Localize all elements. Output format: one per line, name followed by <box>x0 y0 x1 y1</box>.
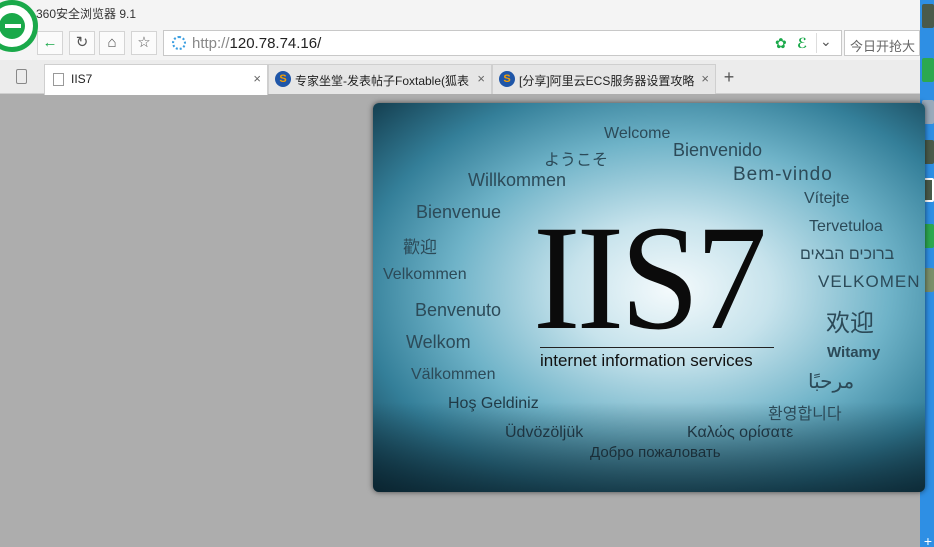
tab-label: [分享]阿里云ECS服务器设置攻略 <box>519 74 694 88</box>
security-extension-icon[interactable]: ✿ <box>775 35 787 52</box>
welcome-word: Добро пожаловать <box>590 444 721 461</box>
welcome-word: مرحبًا <box>808 371 855 393</box>
tab-close-button[interactable]: × <box>477 71 485 86</box>
tab-iis7[interactable]: IIS7 × <box>44 64 268 95</box>
welcome-word: Witamy <box>827 344 881 361</box>
address-divider <box>816 33 817 53</box>
title-bar: 360安全浏览器 9.1 <box>0 0 920 52</box>
welcome-word: Welcome <box>604 125 671 142</box>
page-icon <box>53 73 64 86</box>
welcome-word: Välkommen <box>411 366 496 383</box>
favorite-button[interactable]: ☆ <box>131 31 157 55</box>
navigation-toolbar: ← ↻ ⌂ ☆ http://120.78.74.16/ ✿ ℰ ⌄ 今日开抢大 <box>0 28 920 60</box>
tab-close-button[interactable]: × <box>253 71 261 86</box>
welcome-word: Bem-vindo <box>733 164 833 185</box>
tab-aliyun-ecs[interactable]: S [分享]阿里云ECS服务器设置攻略 × <box>492 64 716 94</box>
iis7-welcome-banner: IIS7 internet information services Welco… <box>373 103 925 492</box>
welcome-word: Bienvenue <box>416 202 502 222</box>
iis-subtitle: internet information services <box>540 351 753 370</box>
tab-bar: IIS7 × S 专家坐堂-发表帖子Foxtable(狐表 × S [分享]阿里… <box>0 60 920 95</box>
subtitle-rule <box>540 347 774 348</box>
refresh-button[interactable]: ↻ <box>69 31 95 55</box>
welcome-word: 환영합니다 <box>768 406 842 423</box>
address-dropdown-icon[interactable]: ⌄ <box>820 33 832 50</box>
sidebar-thumbnail[interactable] <box>922 58 934 82</box>
mobile-device-icon[interactable] <box>16 69 27 84</box>
tab-label: 专家坐堂-发表帖子Foxtable(狐表 <box>295 74 470 88</box>
url-scheme: http:// <box>192 35 230 52</box>
welcome-word: 欢迎 <box>826 310 874 337</box>
welcome-word: ようこそ <box>544 152 609 169</box>
foxtable-icon: S <box>275 71 291 87</box>
welcome-word: ברוכים הבאים <box>800 246 895 263</box>
new-tab-button[interactable]: + <box>719 68 739 88</box>
foxtable-icon: S <box>499 71 515 87</box>
home-button[interactable]: ⌂ <box>99 31 125 55</box>
welcome-word: Καλώς ορίσατε <box>687 424 794 441</box>
search-box[interactable]: 今日开抢大 <box>844 30 920 56</box>
welcome-word: VELKOMEN <box>818 272 921 291</box>
address-bar[interactable]: http://120.78.74.16/ ✿ ℰ ⌄ <box>163 30 842 56</box>
sidebar-thumbnail[interactable] <box>922 4 934 28</box>
iis7-logo: IIS7 <box>533 195 767 361</box>
welcome-word: Tervetuloa <box>809 218 883 235</box>
site-loading-icon <box>172 36 186 50</box>
welcome-word: Üdvözöljük <box>505 424 584 441</box>
window-title: 360安全浏览器 9.1 <box>36 7 137 21</box>
tab-foxtable-post[interactable]: S 专家坐堂-发表帖子Foxtable(狐表 × <box>268 64 492 94</box>
welcome-word: Vítejte <box>804 190 850 207</box>
sidebar-add-icon[interactable]: + <box>922 534 934 547</box>
logo-bar <box>5 24 21 28</box>
welcome-word: Benvenuto <box>415 300 502 320</box>
welcome-word: Willkommen <box>468 170 567 190</box>
tab-label: IIS7 <box>71 72 93 86</box>
address-url[interactable]: http://120.78.74.16/ <box>192 35 321 52</box>
tab-close-button[interactable]: × <box>701 71 709 86</box>
welcome-word: Welkom <box>406 332 471 352</box>
url-host: 120.78.74.16/ <box>229 35 322 52</box>
search-input[interactable]: 今日开抢大 <box>850 36 915 55</box>
welcome-word: Bienvenido <box>673 140 763 160</box>
welcome-word: Hoş Geldiniz <box>448 395 539 412</box>
welcome-word: Velkommen <box>383 266 467 283</box>
speed-mode-icon[interactable]: ℰ <box>797 35 807 52</box>
back-button[interactable]: ← <box>37 31 63 55</box>
welcome-word: 歡迎 <box>403 238 437 257</box>
